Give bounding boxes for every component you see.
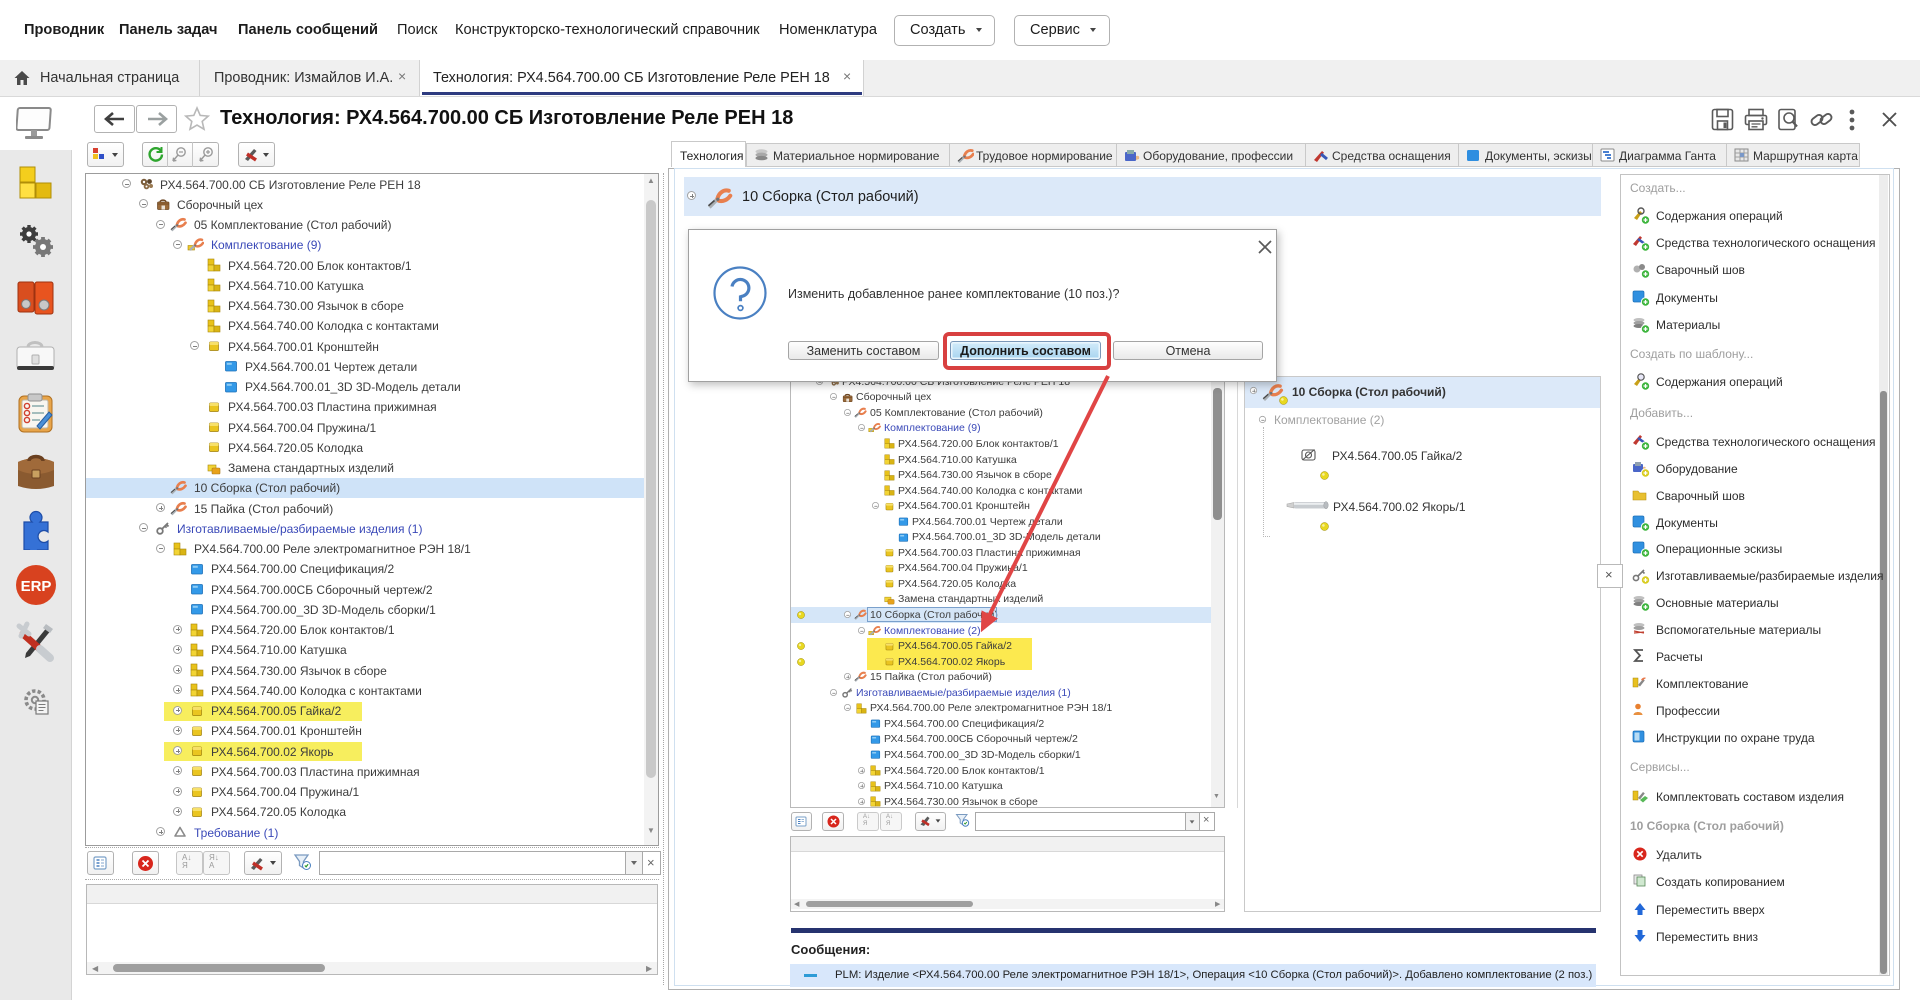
svg-text:ERP: ERP	[21, 578, 52, 595]
